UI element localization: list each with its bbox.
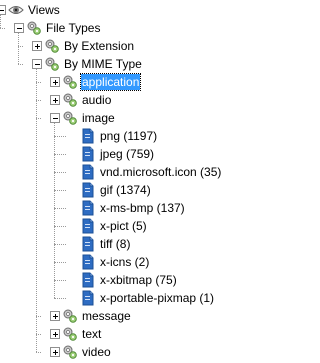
tree-item[interactable]: By MIME Type <box>0 55 282 73</box>
tree-item[interactable]: text <box>0 325 282 343</box>
tree-item-label: File Types <box>46 21 101 35</box>
tree-item-label: By MIME Type <box>64 57 142 71</box>
file-type-icon <box>80 254 96 270</box>
tree-item-label: x-pict (5) <box>100 219 147 233</box>
tree-item[interactable]: Views <box>0 1 282 19</box>
tree-item-label: audio <box>82 93 112 107</box>
settings-node-icon <box>62 92 78 108</box>
tree-view[interactable]: Views File Types By Extension By MIME Type a… <box>0 0 282 362</box>
file-type-icon <box>80 128 96 144</box>
tree-item-label: x-xbitmap (75) <box>100 273 177 287</box>
tree-item-label: image <box>82 111 115 125</box>
expand-toggle-icon[interactable] <box>50 329 60 339</box>
settings-node-icon <box>62 326 78 342</box>
tree-item[interactable]: jpeg (759) <box>0 145 282 163</box>
file-type-icon <box>80 200 96 216</box>
settings-node-icon <box>44 38 60 54</box>
file-type-icon <box>80 218 96 234</box>
file-type-icon <box>80 290 96 306</box>
tree-item[interactable]: message <box>0 307 282 325</box>
settings-node-icon <box>62 74 78 90</box>
tree-item-label: gif (1374) <box>100 183 151 197</box>
tree-item[interactable]: tiff (8) <box>0 235 282 253</box>
tree-item[interactable]: File Types <box>0 19 282 37</box>
file-type-icon <box>80 236 96 252</box>
tree-item-label: Views <box>28 3 60 17</box>
tree-item[interactable]: audio <box>0 91 282 109</box>
tree-item[interactable]: x-pict (5) <box>0 217 282 235</box>
settings-node-icon <box>62 344 78 360</box>
tree-item[interactable]: png (1197) <box>0 127 282 145</box>
tree-item[interactable]: x-icns (2) <box>0 253 282 271</box>
file-type-icon <box>80 146 96 162</box>
tree-item-label: By Extension <box>64 39 135 53</box>
expand-toggle-icon[interactable] <box>50 311 60 321</box>
collapse-toggle-icon[interactable] <box>0 5 6 15</box>
tree-item-label: x-icns (2) <box>100 255 150 269</box>
tree-item-label: application <box>79 73 142 91</box>
file-type-icon <box>80 164 96 180</box>
settings-node-icon <box>62 110 78 126</box>
tree-item-label: png (1197) <box>100 129 158 143</box>
tree-item[interactable]: x-xbitmap (75) <box>0 271 282 289</box>
tree-item-label: jpeg (759) <box>100 147 155 161</box>
file-type-icon <box>80 272 96 288</box>
expand-toggle-icon[interactable] <box>50 347 60 357</box>
settings-node-icon <box>26 20 42 36</box>
tree-item[interactable]: vnd.microsoft.icon (35) <box>0 163 282 181</box>
settings-node-icon <box>44 56 60 72</box>
settings-node-icon <box>62 308 78 324</box>
expand-toggle-icon[interactable] <box>32 41 42 51</box>
collapse-toggle-icon[interactable] <box>14 23 24 33</box>
tree-item[interactable]: x-ms-bmp (137) <box>0 199 282 217</box>
tree-item[interactable]: x-portable-pixmap (1) <box>0 289 282 307</box>
tree-item-label: vnd.microsoft.icon (35) <box>100 165 222 179</box>
tree-item-label: x-portable-pixmap (1) <box>100 291 215 305</box>
eye-icon <box>8 2 24 18</box>
tree-item-label: video <box>82 345 111 359</box>
file-type-icon <box>80 182 96 198</box>
tree-item-label: text <box>82 327 102 341</box>
collapse-toggle-icon[interactable] <box>50 113 60 123</box>
expand-toggle-icon[interactable] <box>50 95 60 105</box>
tree-item[interactable]: By Extension <box>0 37 282 55</box>
tree-item[interactable]: video <box>0 343 282 361</box>
collapse-toggle-icon[interactable] <box>32 59 42 69</box>
tree-item[interactable]: gif (1374) <box>0 181 282 199</box>
expand-toggle-icon[interactable] <box>50 77 60 87</box>
tree-item[interactable]: application <box>0 73 282 91</box>
tree-item[interactable]: image <box>0 109 282 127</box>
tree-item-label: x-ms-bmp (137) <box>100 201 185 215</box>
tree-item-label: tiff (8) <box>100 237 131 251</box>
tree-item-label: message <box>82 309 131 323</box>
